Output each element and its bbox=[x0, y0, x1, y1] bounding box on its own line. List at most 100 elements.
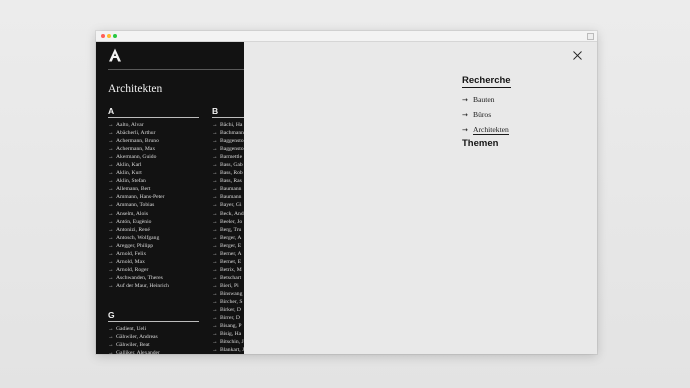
architect-link[interactable]: → Baggensto bbox=[212, 145, 244, 153]
architect-link[interactable]: → Baggensto bbox=[212, 137, 244, 145]
logo-icon[interactable] bbox=[108, 48, 122, 62]
architect-link[interactable]: → Arnold, Max bbox=[108, 258, 199, 266]
architect-link[interactable]: → Gadient, Ueli bbox=[108, 325, 199, 333]
arrow-right-icon: → bbox=[212, 186, 218, 193]
architect-link[interactable]: → Aklin, Kurt bbox=[108, 169, 199, 177]
arrow-right-icon: → bbox=[108, 122, 114, 128]
architect-name: Ammann, Tobias bbox=[116, 202, 155, 209]
architect-link[interactable]: → Bass, Rob bbox=[212, 169, 244, 177]
architects-panel: Architekten A → Aalto, Alvar → Abächerli, A… bbox=[96, 42, 244, 354]
architect-link[interactable]: → Birker, D bbox=[212, 306, 244, 314]
arrow-right-icon: → bbox=[108, 342, 114, 349]
architect-list: → Gadient, Ueli → Gähwiler, Andreas → Gähwile… bbox=[108, 325, 199, 354]
architect-link[interactable]: → Gähwiler, Andreas bbox=[108, 333, 199, 341]
architect-list: → Bächi, Ha → Bachmann → Baggensto → Baggensto →… bbox=[212, 121, 244, 354]
architect-link[interactable]: → Bachmann bbox=[212, 129, 244, 137]
arrow-right-icon: → bbox=[462, 126, 468, 134]
letter-heading: A bbox=[108, 106, 199, 118]
menu-item-architekten[interactable]: → Architekten bbox=[462, 122, 511, 137]
arrow-right-icon: → bbox=[108, 334, 114, 341]
architect-link[interactable]: → Galliker, Alexander bbox=[108, 349, 199, 354]
architect-name: Bitschin, J bbox=[220, 339, 244, 346]
architect-link[interactable]: → Akermann, Guido bbox=[108, 153, 199, 161]
architect-name: Berner, A bbox=[220, 250, 242, 257]
architect-link[interactable]: → Antosch, Wolfgang bbox=[108, 234, 199, 242]
architect-link[interactable]: → Bernet, E bbox=[212, 258, 244, 266]
window-control-icon[interactable] bbox=[587, 33, 594, 40]
architect-name: Betschart bbox=[220, 274, 242, 281]
architect-link[interactable]: → Ammann, Hans-Peter bbox=[108, 193, 199, 201]
architect-link[interactable]: → Berg, Tru bbox=[212, 226, 244, 234]
architect-link[interactable]: → Bisig, Ha bbox=[212, 330, 244, 338]
architect-name: Antosch, Wolfgang bbox=[116, 234, 160, 241]
architect-link[interactable]: → Baumann bbox=[212, 193, 244, 201]
arrow-right-icon: → bbox=[108, 210, 114, 217]
architect-link[interactable]: → Berner, A bbox=[212, 250, 244, 258]
architect-link[interactable]: → Baumann bbox=[212, 185, 244, 193]
architect-link[interactable]: → Anselm, Alois bbox=[108, 210, 199, 218]
architect-link[interactable]: → Antón, Eugènio bbox=[108, 218, 199, 226]
architect-link[interactable]: → Aregger, Philipp bbox=[108, 242, 199, 250]
arrow-right-icon: → bbox=[212, 274, 218, 281]
menu-item-bueros[interactable]: → Büros bbox=[462, 107, 511, 122]
architect-link[interactable]: → Bass, Ras bbox=[212, 177, 244, 185]
architect-link[interactable]: → Bieri, Pi bbox=[212, 282, 244, 290]
architect-name: Barmettle bbox=[220, 154, 243, 161]
architect-name: Berger, A bbox=[220, 234, 242, 241]
architect-link[interactable]: → Aalto, Alvar bbox=[108, 121, 199, 129]
architect-link[interactable]: → Bayer, Gi bbox=[212, 201, 244, 209]
architect-link[interactable]: → Bitschin, J bbox=[212, 338, 244, 346]
architect-link[interactable]: → Achermann, Max bbox=[108, 145, 199, 153]
arrow-right-icon: → bbox=[212, 138, 218, 145]
architect-link[interactable]: → Auf der Maur, Heinrich bbox=[108, 282, 199, 290]
architect-link[interactable]: → Arnold, Roger bbox=[108, 266, 199, 274]
architect-link[interactable]: → Barmettle bbox=[212, 153, 244, 161]
architect-name: Bächi, Ha bbox=[220, 122, 243, 128]
architect-name: Akermann, Guido bbox=[116, 154, 157, 161]
architect-name: Arnold, Roger bbox=[116, 266, 149, 273]
nav-menu: Recherche → Bauten → Büros → Architekten Th… bbox=[462, 70, 511, 150]
minimize-window-button[interactable] bbox=[107, 34, 111, 38]
close-icon[interactable] bbox=[573, 51, 582, 60]
architect-link[interactable]: → Bisang, P bbox=[212, 322, 244, 330]
architect-link[interactable]: → Bass, Gab bbox=[212, 161, 244, 169]
architect-link[interactable]: → Aklin, Stefan bbox=[108, 177, 199, 185]
architect-link[interactable]: → Beeler, Jo bbox=[212, 218, 244, 226]
architect-link[interactable]: → Berger, E bbox=[212, 242, 244, 250]
architect-link[interactable]: → Betschart bbox=[212, 274, 244, 282]
architect-link[interactable]: → Birrer, D bbox=[212, 314, 244, 322]
arrow-right-icon: → bbox=[212, 250, 218, 257]
architect-link[interactable]: → Allemann, Bert bbox=[108, 185, 199, 193]
group-b: B → Bächi, Ha → Bachmann → Baggensto → Baggenst… bbox=[212, 106, 244, 354]
menu-item-bauten[interactable]: → Bauten bbox=[462, 92, 511, 107]
architect-link[interactable]: → Binswang bbox=[212, 290, 244, 298]
architect-name: Auf der Maur, Heinrich bbox=[116, 282, 169, 289]
architect-name: Blankart, J bbox=[220, 347, 244, 354]
arrow-right-icon: → bbox=[212, 323, 218, 330]
architect-link[interactable]: → Blankart, J bbox=[212, 346, 244, 354]
architect-link[interactable]: → Aschwanden, Theres bbox=[108, 274, 199, 282]
menu-heading-themen[interactable]: Themen bbox=[462, 138, 511, 150]
architect-link[interactable]: → Antonizi, René bbox=[108, 226, 199, 234]
architect-link[interactable]: → Berger, A bbox=[212, 234, 244, 242]
arrow-right-icon: → bbox=[108, 202, 114, 209]
architect-link[interactable]: → Beck, And bbox=[212, 210, 244, 218]
architect-link[interactable]: → Betrix, M bbox=[212, 266, 244, 274]
arrow-right-icon: → bbox=[108, 178, 114, 185]
architect-link[interactable]: → Ammann, Tobias bbox=[108, 201, 199, 209]
architect-name: Birker, D bbox=[220, 307, 241, 314]
menu-heading-recherche[interactable]: Recherche bbox=[462, 75, 511, 88]
maximize-window-button[interactable] bbox=[113, 34, 117, 38]
architect-link[interactable]: → Gähwiler, Beat bbox=[108, 341, 199, 349]
architect-link[interactable]: → Aklin, Karl bbox=[108, 161, 199, 169]
close-window-button[interactable] bbox=[101, 34, 105, 38]
architect-link[interactable]: → Achermann, Bruno bbox=[108, 137, 199, 145]
letter-heading: G bbox=[108, 310, 199, 322]
architect-link[interactable]: → Bächi, Ha bbox=[212, 121, 244, 129]
architect-link[interactable]: → Arnold, Felix bbox=[108, 250, 199, 258]
arrow-right-icon: → bbox=[108, 234, 114, 241]
architect-link[interactable]: → Abächerli, Arthur bbox=[108, 129, 199, 137]
arrow-right-icon: → bbox=[212, 347, 218, 354]
architect-link[interactable]: → Bircher, S bbox=[212, 298, 244, 306]
architect-name: Betrix, M bbox=[220, 266, 242, 273]
